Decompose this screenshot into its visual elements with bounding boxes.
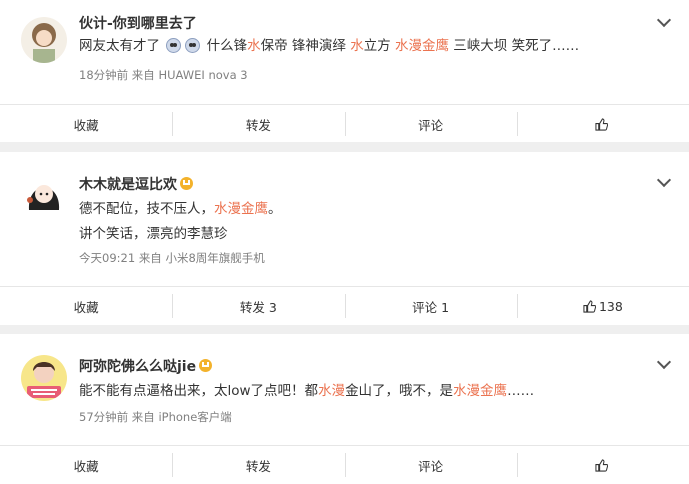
- collect-button[interactable]: 收藏: [0, 446, 172, 484]
- avatar[interactable]: [21, 17, 67, 63]
- thumb-up-icon: [583, 299, 596, 313]
- comment-card: 伙计-你到哪里去了 网友太有才了 什么锋水保帝 锋神演绎 水立方 水漫金鹰 三峡…: [0, 0, 689, 142]
- comment-button[interactable]: 评论 1: [344, 287, 517, 325]
- username[interactable]: 阿弥陀佛么么哒jie: [79, 356, 213, 376]
- comment-button[interactable]: 评论: [344, 105, 517, 143]
- chevron-down-icon[interactable]: [656, 354, 672, 370]
- repost-button[interactable]: 转发: [172, 446, 344, 484]
- comment-card: 木木就是逗比欢 德不配位，技不压人，水漫金鹰。 讲个笑话，漂亮的李慧珍 今天09…: [0, 152, 689, 325]
- comment-meta: 57分钟前 来自 iPhone客户端: [79, 410, 232, 424]
- comment-meta: 18分钟前 来自 HUAWEI nova 3: [79, 68, 248, 82]
- comment-text: 能不能有点逼格出来，太low了点吧！都水漫金山了，哦不，是水漫金鹰……: [79, 383, 535, 399]
- collect-button[interactable]: 收藏: [0, 287, 172, 325]
- source-link[interactable]: HUAWEI nova 3: [158, 68, 247, 82]
- username[interactable]: 木木就是逗比欢: [79, 174, 193, 194]
- chevron-down-icon[interactable]: [656, 12, 672, 28]
- like-button[interactable]: 138: [516, 287, 689, 325]
- username[interactable]: 伙计-你到哪里去了: [79, 13, 197, 33]
- source-link[interactable]: 小米8周年旗舰手机: [165, 251, 264, 265]
- emoji-icon: [166, 38, 182, 53]
- thumb-up-icon: [595, 458, 608, 472]
- comment-button[interactable]: 评论: [344, 446, 517, 484]
- chevron-down-icon[interactable]: [656, 172, 672, 188]
- avatar[interactable]: [21, 355, 67, 401]
- action-bar: 收藏 转发 评论: [0, 104, 689, 143]
- repost-button[interactable]: 转发: [172, 105, 344, 143]
- collect-button[interactable]: 收藏: [0, 105, 172, 143]
- comment-text: 德不配位，技不压人，水漫金鹰。: [79, 201, 282, 217]
- comment-text: 网友太有才了 什么锋水保帝 锋神演绎 水立方 水漫金鹰 三峡大坝 笑死了……: [79, 38, 580, 54]
- comment-text-line2: 讲个笑话，漂亮的李慧珍: [79, 226, 228, 242]
- repost-button[interactable]: 转发 3: [172, 287, 344, 325]
- source-link[interactable]: iPhone客户端: [158, 410, 231, 424]
- like-button[interactable]: [516, 105, 689, 143]
- thumb-up-icon: [595, 117, 608, 131]
- crown-icon: [199, 359, 213, 372]
- action-bar: 收藏 转发 3 评论 1 138: [0, 286, 689, 325]
- comment-card: 阿弥陀佛么么哒jie 能不能有点逼格出来，太low了点吧！都水漫金山了，哦不，是…: [0, 334, 689, 484]
- crown-icon: [180, 177, 193, 190]
- action-bar: 收藏 转发 评论: [0, 445, 689, 484]
- avatar[interactable]: [21, 170, 67, 216]
- like-button[interactable]: [516, 446, 689, 484]
- comment-meta: 今天09:21 来自 小米8周年旗舰手机: [79, 251, 265, 265]
- emoji-icon: [185, 38, 201, 53]
